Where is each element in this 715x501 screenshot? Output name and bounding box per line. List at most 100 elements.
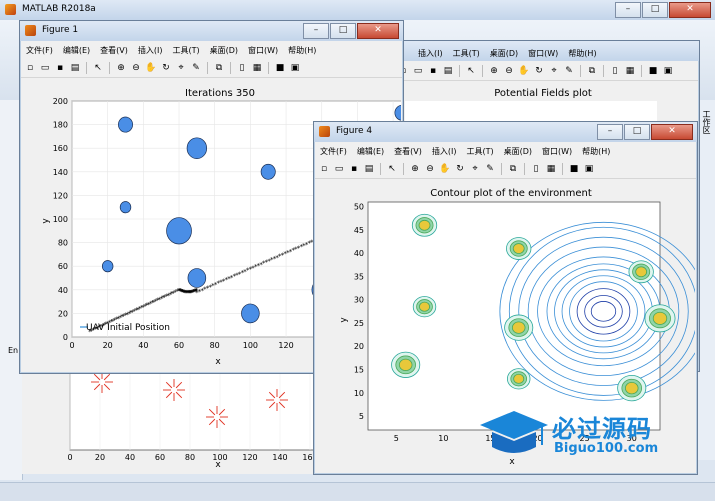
legend-icon[interactable]: ▦ bbox=[624, 65, 636, 77]
link-icon[interactable]: ⧉ bbox=[213, 62, 225, 74]
fig1-xtick-label: 100 bbox=[243, 341, 258, 350]
fig4-menu-item-6[interactable]: 窗口(W) bbox=[537, 146, 577, 157]
fig3-xtick-label: 140 bbox=[272, 453, 287, 462]
fig2-menu-item-4[interactable]: 帮助(H) bbox=[563, 48, 601, 59]
fig1-menu-item-1[interactable]: 编辑(E) bbox=[58, 45, 95, 56]
workspace-tab-label[interactable]: 工作区 bbox=[701, 110, 712, 134]
fig1-menu-item-6[interactable]: 窗口(W) bbox=[243, 45, 283, 56]
colorbar-icon[interactable]: ▯ bbox=[236, 62, 248, 74]
fig4-minimize-button[interactable]: – bbox=[597, 124, 623, 140]
zoom-out-icon[interactable]: ⊖ bbox=[424, 163, 436, 175]
colorbar-icon[interactable]: ▯ bbox=[609, 65, 621, 77]
zoom-in-icon[interactable]: ⊕ bbox=[115, 62, 127, 74]
brush-icon[interactable]: ✎ bbox=[563, 65, 575, 77]
brush-icon[interactable]: ✎ bbox=[190, 62, 202, 74]
obstacle-circle bbox=[241, 303, 260, 324]
fig1-menu-item-0[interactable]: 文件(F) bbox=[21, 45, 58, 56]
fig4-maximize-button[interactable]: □ bbox=[624, 124, 650, 140]
toolbar-separator bbox=[207, 62, 208, 74]
fig2-menu-item-1[interactable]: 工具(T) bbox=[448, 48, 485, 59]
link-icon[interactable]: ⧉ bbox=[507, 163, 519, 175]
new-file-icon[interactable]: ▫ bbox=[318, 163, 330, 175]
new-file-icon[interactable]: ▫ bbox=[24, 62, 36, 74]
hide-tools-icon[interactable]: ■ bbox=[274, 62, 286, 74]
fig4-ytick-label: 50 bbox=[354, 203, 364, 212]
pan-icon[interactable]: ✋ bbox=[439, 163, 451, 175]
fig3-xtick-label: 40 bbox=[125, 453, 135, 462]
fig4-close-button[interactable]: ✕ bbox=[651, 124, 693, 140]
save-icon[interactable]: ▪ bbox=[54, 62, 66, 74]
zoom-in-icon[interactable]: ⊕ bbox=[409, 163, 421, 175]
fig1-xtick-label: 60 bbox=[174, 341, 184, 350]
fig4-axes-title: Contour plot of the environment bbox=[430, 188, 592, 199]
fig4-menu-item-2[interactable]: 查看(V) bbox=[389, 146, 427, 157]
pointer-icon[interactable]: ↖ bbox=[92, 62, 104, 74]
fig1-menu-item-5[interactable]: 桌面(D) bbox=[205, 45, 243, 56]
fig4-menu-item-7[interactable]: 帮助(H) bbox=[577, 146, 615, 157]
maximize-button[interactable]: □ bbox=[642, 2, 668, 18]
fig1-ytick-label: 160 bbox=[53, 144, 68, 153]
close-button[interactable]: ✕ bbox=[669, 2, 711, 18]
fig1-menu-item-3[interactable]: 插入(I) bbox=[133, 45, 168, 56]
save-icon[interactable]: ▪ bbox=[427, 65, 439, 77]
fig1-ytick-label: 20 bbox=[58, 309, 68, 318]
hide-tools-icon[interactable]: ■ bbox=[568, 163, 580, 175]
fig1-menu-item-2[interactable]: 查看(V) bbox=[95, 45, 133, 56]
pan-icon[interactable]: ✋ bbox=[518, 65, 530, 77]
fig2-menu-item-0[interactable]: 插入(I) bbox=[413, 48, 448, 59]
fig1-menu-item-7[interactable]: 帮助(H) bbox=[283, 45, 321, 56]
fig4-menu-item-1[interactable]: 编辑(E) bbox=[352, 146, 389, 157]
dock-icon[interactable]: ▣ bbox=[289, 62, 301, 74]
obstacle-contour bbox=[418, 219, 431, 231]
data-cursor-icon[interactable]: ⌖ bbox=[175, 62, 187, 74]
save-icon[interactable]: ▪ bbox=[348, 163, 360, 175]
pointer-icon[interactable]: ↖ bbox=[386, 163, 398, 175]
watermark-url: Biguo100.com bbox=[554, 441, 659, 456]
data-cursor-icon[interactable]: ⌖ bbox=[469, 163, 481, 175]
fig2-menu-item-3[interactable]: 窗口(W) bbox=[523, 48, 563, 59]
rotate-icon[interactable]: ↻ bbox=[160, 62, 172, 74]
open-folder-icon[interactable]: ▭ bbox=[333, 163, 345, 175]
zoom-out-icon[interactable]: ⊖ bbox=[130, 62, 142, 74]
data-cursor-icon[interactable]: ⌖ bbox=[548, 65, 560, 77]
pointer-icon[interactable]: ↖ bbox=[465, 65, 477, 77]
fig1-close-button[interactable]: ✕ bbox=[357, 23, 399, 39]
print-icon[interactable]: ▤ bbox=[442, 65, 454, 77]
obstacle-contour bbox=[419, 301, 431, 312]
zoom-out-icon[interactable]: ⊖ bbox=[503, 65, 515, 77]
print-icon[interactable]: ▤ bbox=[69, 62, 81, 74]
print-icon[interactable]: ▤ bbox=[363, 163, 375, 175]
fig4-menu-item-0[interactable]: 文件(F) bbox=[315, 146, 352, 157]
zoom-in-icon[interactable]: ⊕ bbox=[488, 65, 500, 77]
fig1-menu-item-4[interactable]: 工具(T) bbox=[167, 45, 204, 56]
rotate-icon[interactable]: ↻ bbox=[454, 163, 466, 175]
dock-icon[interactable]: ▣ bbox=[583, 163, 595, 175]
hide-tools-icon[interactable]: ■ bbox=[647, 65, 659, 77]
open-folder-icon[interactable]: ▭ bbox=[39, 62, 51, 74]
fig1-minimize-button[interactable]: – bbox=[303, 23, 329, 39]
fig4-menu-item-3[interactable]: 插入(I) bbox=[427, 146, 462, 157]
fig1-xtick-label: 80 bbox=[210, 341, 220, 350]
minimize-button[interactable]: – bbox=[615, 2, 641, 18]
fig4-menu-item-5[interactable]: 桌面(D) bbox=[499, 146, 537, 157]
obstacle-contour bbox=[624, 382, 639, 395]
legend-icon[interactable]: ▦ bbox=[251, 62, 263, 74]
fig2-menu-item-2[interactable]: 桌面(D) bbox=[485, 48, 523, 59]
colorbar-icon[interactable]: ▯ bbox=[530, 163, 542, 175]
brush-icon[interactable]: ✎ bbox=[484, 163, 496, 175]
legend-icon[interactable]: ▦ bbox=[545, 163, 557, 175]
fig1-ytick-label: 140 bbox=[53, 168, 68, 177]
rotate-icon[interactable]: ↻ bbox=[533, 65, 545, 77]
fig1-maximize-button[interactable]: □ bbox=[330, 23, 356, 39]
pan-icon[interactable]: ✋ bbox=[145, 62, 157, 74]
toolbar-separator bbox=[109, 62, 110, 74]
figure3-window[interactable]: 0 20 40 60 80 100 120 140 160 x bbox=[22, 362, 322, 474]
open-folder-icon[interactable]: ▭ bbox=[412, 65, 424, 77]
figure2-axes-title: Potential Fields plot bbox=[494, 88, 592, 99]
fig4-menu-item-4[interactable]: 工具(T) bbox=[461, 146, 498, 157]
obstacle-contour bbox=[511, 321, 526, 334]
fig1-xtick-label: 120 bbox=[278, 341, 293, 350]
fig1-ytick-label: 40 bbox=[58, 286, 68, 295]
dock-icon[interactable]: ▣ bbox=[662, 65, 674, 77]
link-icon[interactable]: ⧉ bbox=[586, 65, 598, 77]
